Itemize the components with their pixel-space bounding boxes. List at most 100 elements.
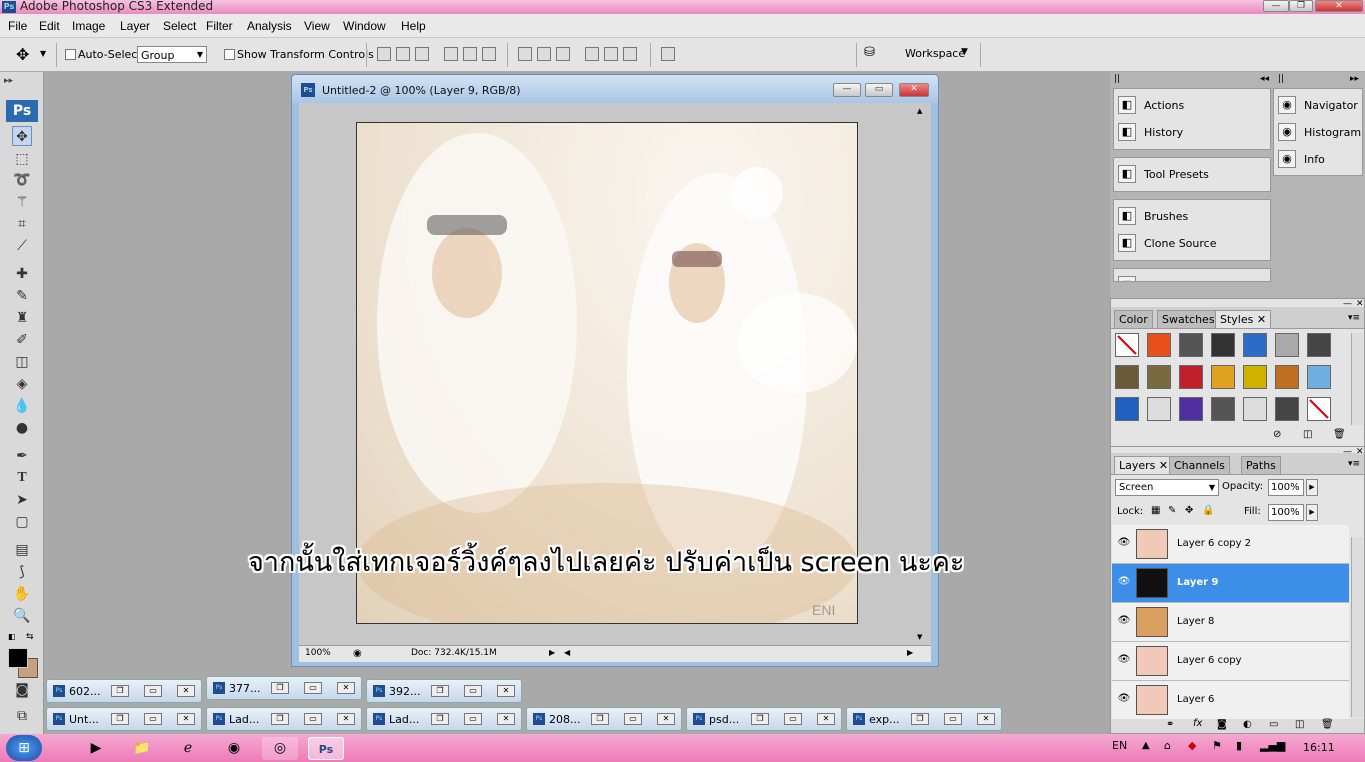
chrome-icon[interactable]: ◎ [262, 737, 298, 760]
action-center-flag-icon[interactable]: ⚑ [1212, 739, 1222, 752]
minimized-document[interactable]: Ps 377... ❐ ▭ ✕ [206, 676, 362, 700]
maximize-icon[interactable]: ▭ [144, 685, 162, 697]
align-top-icon[interactable] [377, 47, 391, 61]
align-vcenter-icon[interactable] [396, 47, 410, 61]
tab-close-icon[interactable]: ✕ [1257, 313, 1266, 326]
document-maximize-button[interactable]: ▭ [865, 83, 893, 97]
maximize-button[interactable]: ❐ [1289, 0, 1313, 12]
minimized-document[interactable]: Ps 392... ❐ ▭ ✕ [366, 679, 522, 703]
restore-icon[interactable]: ❐ [431, 685, 449, 697]
style-swatch[interactable] [1275, 365, 1299, 389]
panel-item-history[interactable]: ◧ History [1114, 120, 1270, 144]
styles-scrollbar[interactable] [1351, 333, 1363, 425]
style-swatch[interactable] [1211, 397, 1235, 421]
layer-row[interactable]: 👁 Layer 6 copy 2 [1112, 525, 1349, 564]
dock-expand-icon[interactable]: ▸▸ [1350, 74, 1359, 84]
panel-menu-icon[interactable]: ▾≡ [1348, 313, 1360, 323]
style-swatch[interactable] [1307, 333, 1331, 357]
swap-colors-icon[interactable]: ⇆ [26, 632, 34, 642]
scroll-left-icon[interactable]: ◀ [564, 648, 570, 657]
marquee-tool-icon[interactable]: ⬚ [12, 149, 32, 169]
maximize-icon[interactable]: ▭ [944, 713, 962, 725]
media-player-icon[interactable]: ▶ [78, 737, 114, 760]
menu-edit[interactable]: Edit [39, 19, 60, 33]
dodge-tool-icon[interactable]: ● [12, 418, 32, 438]
menu-window[interactable]: Window [343, 19, 386, 33]
layer-row[interactable]: 👁 Layer 6 copy [1112, 642, 1349, 681]
clock[interactable]: 16:11 [1303, 741, 1335, 754]
lock-transparency-icon[interactable]: ▦ [1151, 505, 1160, 516]
show-transform-checkbox[interactable] [224, 49, 235, 60]
close-icon[interactable]: ✕ [497, 713, 515, 725]
blur-tool-icon[interactable]: 💧 [12, 396, 32, 416]
lock-position-icon[interactable]: ✥ [1185, 505, 1193, 516]
lock-pixels-icon[interactable]: ✎ [1168, 505, 1176, 516]
delete-style-icon[interactable]: 🗑 [1333, 429, 1346, 440]
close-icon[interactable]: ✕ [337, 713, 355, 725]
restore-icon[interactable]: ❐ [751, 713, 769, 725]
minimized-document[interactable]: Ps Lad... ❐ ▭ ✕ [366, 707, 522, 731]
scroll-right-icon[interactable]: ▶ [907, 648, 913, 657]
internet-explorer-icon[interactable]: ℯ [170, 737, 206, 760]
new-style-icon[interactable]: ◫ [1303, 429, 1312, 440]
visibility-eye-icon[interactable]: 👁 [1117, 537, 1131, 549]
panel-item-histogram[interactable]: ◉ Histogram [1274, 120, 1362, 144]
distribute-right-icon[interactable] [623, 47, 637, 61]
panel-collapse-icon[interactable]: ▸▸ [4, 76, 13, 86]
tab-close-icon[interactable]: ✕ [1159, 459, 1168, 472]
restore-icon[interactable]: ❐ [431, 713, 449, 725]
style-swatch[interactable] [1211, 333, 1235, 357]
dock-collapse-icon[interactable]: ◂◂ [1260, 74, 1269, 84]
layer-row[interactable]: 👁 Layer 8 [1112, 603, 1349, 642]
menu-image[interactable]: Image [72, 19, 105, 33]
visibility-eye-icon[interactable]: 👁 [1117, 693, 1131, 705]
explorer-icon[interactable]: 📁 [124, 737, 160, 760]
style-swatch[interactable] [1179, 397, 1203, 421]
photoshop-task-icon[interactable]: Ps [308, 737, 344, 760]
style-swatch[interactable] [1211, 365, 1235, 389]
close-button[interactable]: ✕ [1315, 0, 1363, 12]
quick-mask-icon[interactable]: ◙ [12, 680, 32, 700]
document-close-button[interactable]: ✕ [899, 83, 929, 97]
delete-layer-icon[interactable]: 🗑 [1321, 719, 1334, 730]
maximize-icon[interactable]: ▭ [144, 713, 162, 725]
firefox-icon[interactable]: ◉ [216, 737, 252, 760]
tab-swatches[interactable]: Swatches [1157, 310, 1220, 328]
network-icon[interactable]: ▂▄▆ [1260, 739, 1285, 752]
status-arrow-icon[interactable]: ▶ [549, 648, 555, 657]
tab-layers[interactable]: Layers ✕ [1114, 456, 1174, 474]
zoom-level[interactable]: 100% [305, 648, 331, 658]
layers-scrollbar[interactable] [1351, 537, 1363, 717]
style-swatch[interactable] [1275, 397, 1299, 421]
maximize-icon[interactable]: ▭ [304, 713, 322, 725]
minimized-document[interactable]: Ps exp... ❐ ▭ ✕ [846, 707, 1002, 731]
auto-select-checkbox[interactable] [65, 49, 76, 60]
close-icon[interactable]: ✕ [977, 713, 995, 725]
menu-select[interactable]: Select [163, 19, 196, 33]
menu-help[interactable]: Help [401, 19, 426, 33]
panel-item-navigator[interactable]: ◉ Navigator [1274, 93, 1362, 117]
restore-icon[interactable]: ❐ [911, 713, 929, 725]
layer-row[interactable]: 👁 Layer 6 [1112, 681, 1349, 720]
shape-tool-icon[interactable]: ▢ [12, 512, 32, 532]
minimized-document[interactable]: Ps 602... ❐ ▭ ✕ [46, 679, 202, 703]
link-layers-icon[interactable]: ⚭ [1166, 719, 1174, 730]
panel-item-clone-source[interactable]: ◧ Clone Source [1114, 231, 1270, 255]
slice-tool-icon[interactable]: ⟋ [12, 236, 32, 256]
zoom-tool-icon[interactable]: 🔍 [12, 606, 32, 626]
document-title-bar[interactable]: Ps Untitled-2 @ 100% (Layer 9, RGB/8) — … [292, 75, 938, 103]
maximize-icon[interactable]: ▭ [464, 685, 482, 697]
tray-app-icon[interactable]: ⌂ [1164, 739, 1171, 752]
distribute-hcenter-icon[interactable] [604, 47, 618, 61]
menu-filter[interactable]: Filter [206, 19, 233, 33]
dock-grip-icon[interactable]: || [1278, 74, 1284, 84]
panel-item-tool-presets[interactable]: ◧ Tool Presets [1114, 162, 1270, 186]
magic-wand-tool-icon[interactable]: ⚚ [12, 192, 32, 212]
style-swatch[interactable] [1115, 365, 1139, 389]
opacity-slider-icon[interactable]: ▶ [1306, 479, 1318, 496]
close-icon[interactable]: ✕ [177, 685, 195, 697]
language-indicator[interactable]: EN [1112, 739, 1127, 752]
restore-icon[interactable]: ❐ [271, 682, 289, 694]
restore-icon[interactable]: ❐ [111, 685, 129, 697]
minimized-document[interactable]: Ps Lad... ❐ ▭ ✕ [206, 707, 362, 731]
